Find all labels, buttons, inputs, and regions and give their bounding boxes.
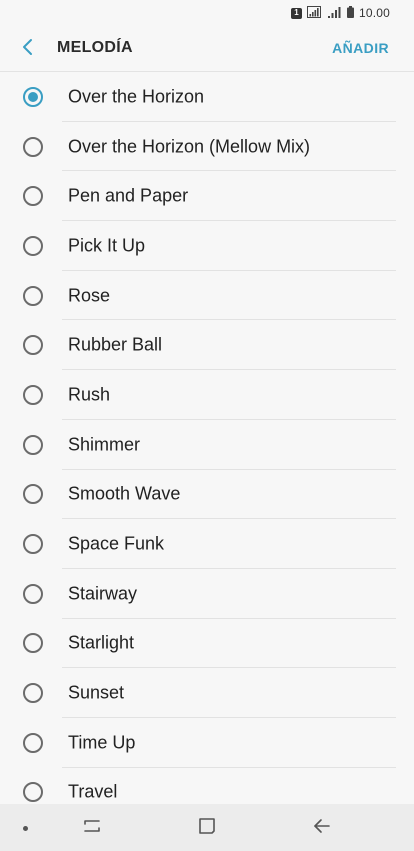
ringtone-item[interactable]: Travel [0,768,414,805]
ringtone-label: Pick It Up [68,235,146,256]
ringtone-item[interactable]: Pick It Up [0,221,414,271]
ringtone-label: Sunset [68,682,125,703]
ringtone-label: Smooth Wave [68,483,181,504]
page-title: MELODÍA [57,39,133,56]
radio-unchecked-icon[interactable] [23,335,43,356]
ringtone-item[interactable]: Time Up [0,718,414,768]
radio-unchecked-icon[interactable] [23,384,43,405]
recent-apps-button[interactable] [80,816,104,840]
radio-unchecked-icon[interactable] [23,583,43,604]
radio-unchecked-icon[interactable] [23,534,43,555]
recent-apps-icon [82,817,102,840]
ringtone-item[interactable]: Shimmer [0,420,414,470]
ringtone-item[interactable]: Smooth Wave [0,470,414,520]
arrow-left-icon [312,817,332,840]
ringtone-list: Over the Horizon Over the Horizon (Mellow… [0,72,414,805]
ringtone-item[interactable]: Starlight [0,619,414,669]
ringtone-label: Shimmer [68,434,141,455]
back-button[interactable] [14,35,42,63]
radio-unchecked-icon[interactable] [23,434,43,455]
back-nav-button[interactable] [310,816,334,840]
ringtone-item[interactable]: Over the Horizon [0,72,414,122]
navigation-bar [0,804,414,851]
ringtone-label: Starlight [68,632,135,653]
ringtone-item[interactable]: Stairway [0,569,414,619]
ringtone-label: Over the Horizon (Mellow Mix) [68,136,311,157]
chevron-left-icon [22,38,34,61]
radio-unchecked-icon[interactable] [23,235,43,256]
status-bar: 1 10.00 [0,0,414,26]
radio-unchecked-icon[interactable] [23,186,43,207]
ringtone-label: Time Up [68,732,136,753]
ringtone-label: Rose [68,285,111,306]
sim-badge: 1 [290,7,302,19]
ringtone-label: Rush [68,384,111,405]
ringtone-item[interactable]: Rubber Ball [0,320,414,371]
radio-unchecked-icon[interactable] [23,683,43,704]
ringtone-label: Stairway [68,583,138,604]
radio-checked-icon[interactable] [23,86,43,107]
ringtone-label: Pen and Paper [68,185,189,206]
ringtone-item[interactable]: Rose [0,271,414,321]
ringtone-label: Space Funk [68,533,165,554]
radio-unchecked-icon[interactable] [23,782,43,803]
ringtone-item[interactable]: Sunset [0,668,414,718]
dot-icon [23,826,28,831]
status-time: 10.00 [358,6,390,20]
ringtone-item[interactable]: Over the Horizon (Mellow Mix) [0,122,414,172]
radio-unchecked-icon[interactable] [23,136,43,157]
ringtone-label: Over the Horizon [68,86,205,107]
radio-unchecked-icon[interactable] [23,484,43,505]
ringtone-label: Rubber Ball [68,334,163,355]
status-icons: 1 10.00 [290,5,390,21]
battery-icon [346,5,354,21]
radio-unchecked-icon[interactable] [23,732,43,753]
home-icon [198,817,216,840]
radio-unchecked-icon[interactable] [23,285,43,306]
app-bar: MELODÍA AÑADIR [0,26,414,72]
add-button[interactable]: AÑADIR [332,40,389,56]
home-button[interactable] [195,816,219,840]
radio-unchecked-icon[interactable] [23,633,43,654]
ringtone-item[interactable]: Rush [0,370,414,420]
ringtone-item[interactable]: Pen and Paper [0,171,414,222]
ringtone-item[interactable]: Space Funk [0,519,414,569]
ringtone-label: Travel [68,781,118,802]
signal-bars-icon [327,6,342,21]
signal-icon [306,5,323,21]
